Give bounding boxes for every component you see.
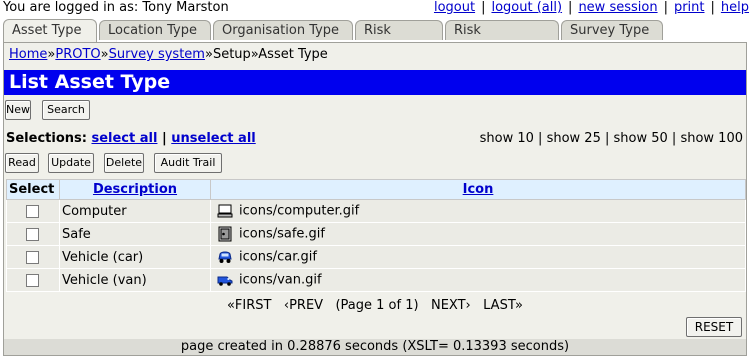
search-button[interactable]: Search <box>42 100 90 120</box>
icon-cell: icons/van.gif <box>210 268 746 292</box>
description-cell: Vehicle (van) <box>59 268 211 292</box>
car-icon <box>218 251 232 263</box>
icon-path: icons/van.gif <box>239 272 322 288</box>
breadcrumb-separator: » <box>204 47 213 62</box>
show-100-option[interactable]: show 100 <box>680 131 743 146</box>
icon-cell: icons/car.gif <box>210 245 746 269</box>
table-header-row: Select Description Icon <box>6 179 746 200</box>
unselect-all-link[interactable]: unselect all <box>171 131 255 146</box>
delete-button[interactable]: Delete <box>104 153 144 173</box>
breadcrumb-proto[interactable]: PROTO <box>55 47 100 62</box>
description-cell: Vehicle (car) <box>59 245 211 269</box>
help-link[interactable]: help <box>721 0 749 15</box>
pagination: «FIRST ‹PREV (Page 1 of 1) NEXT› LAST» <box>4 298 746 313</box>
new-button[interactable]: New <box>5 100 31 120</box>
icon-column-header[interactable]: Icon <box>210 179 746 200</box>
page-info: (Page 1 of 1) <box>335 298 419 313</box>
content-panel: Home»PROTO»Survey system»Setup»Asset Typ… <box>3 42 747 356</box>
page-size-options: show 10 | show 25 | show 50 | show 100 <box>479 131 743 146</box>
table-row: Vehicle (car) icons/car.gif <box>6 245 746 269</box>
top-bar: You are logged in as: Tony Marston logou… <box>0 0 752 16</box>
read-button[interactable]: Read <box>5 153 39 173</box>
description-cell: Safe <box>59 222 211 246</box>
row-select-cell <box>6 245 60 269</box>
first-page-link[interactable]: «FIRST <box>227 298 272 313</box>
icon-path: icons/computer.gif <box>239 203 360 219</box>
tab-risk-status[interactable]: Risk Status <box>355 20 443 58</box>
row-checkbox[interactable] <box>26 273 39 287</box>
select-all-link[interactable]: select all <box>91 131 157 146</box>
row-checkbox[interactable] <box>26 204 39 218</box>
breadcrumb-current: Asset Type <box>258 47 328 62</box>
breadcrumb-setup: Setup <box>212 47 251 62</box>
logout-all-link[interactable]: logout (all) <box>491 0 562 15</box>
select-column-header: Select <box>6 179 60 200</box>
next-page-link[interactable]: NEXT› <box>431 298 471 313</box>
icon-cell: icons/computer.gif <box>210 199 746 223</box>
logged-in-text: You are logged in as: Tony Marston <box>3 0 229 15</box>
tab-location-type[interactable]: Location Type <box>99 20 211 40</box>
show-10-option[interactable]: show 10 <box>480 131 534 146</box>
table-row: Safe icons/safe.gif <box>6 222 746 246</box>
new-session-link[interactable]: new session <box>578 0 657 15</box>
selections-bar: Selections: select all | unselect all <box>6 131 256 146</box>
logout-link[interactable]: logout <box>434 0 475 15</box>
asset-type-table: Select Description Icon Computer icons/c… <box>6 179 746 292</box>
icon-path: icons/safe.gif <box>239 226 325 242</box>
icon-cell: icons/safe.gif <box>210 222 746 246</box>
tab-risk-weighting[interactable]: Risk Weighting <box>445 20 559 58</box>
audit-trail-button[interactable]: Audit Trail <box>154 153 222 173</box>
session-links: logout | logout (all) | new session | print | he… <box>433 0 749 15</box>
icon-sort-link[interactable]: Icon <box>463 182 494 197</box>
page-footer: page created in 0.28876 seconds (XSLT= 0… <box>4 339 746 355</box>
tab-survey-type[interactable]: Survey Type <box>561 20 663 40</box>
breadcrumb-separator: » <box>100 47 109 62</box>
reset-button[interactable]: RESET <box>686 317 742 337</box>
tab-asset-type[interactable]: Asset Type <box>3 19 97 42</box>
computer-icon <box>217 204 233 218</box>
van-icon <box>217 276 233 286</box>
breadcrumb-home[interactable]: Home <box>9 47 47 62</box>
safe-icon <box>218 226 232 242</box>
selections-divider: | <box>161 131 167 146</box>
row-select-cell <box>6 199 60 223</box>
show-50-option[interactable]: show 50 <box>614 131 668 146</box>
tab-organisation-type[interactable]: Organisation Type <box>213 20 353 40</box>
description-sort-link[interactable]: Description <box>93 182 177 197</box>
print-link[interactable]: print <box>674 0 705 15</box>
prev-page-link[interactable]: ‹PREV <box>284 298 323 313</box>
description-column-header[interactable]: Description <box>59 179 211 200</box>
show-25-option[interactable]: show 25 <box>547 131 601 146</box>
update-button[interactable]: Update <box>48 153 94 173</box>
table-row: Computer icons/computer.gif <box>6 199 746 223</box>
row-checkbox[interactable] <box>26 250 39 264</box>
table-row: Vehicle (van) icons/van.gif <box>6 268 746 292</box>
last-page-link[interactable]: LAST» <box>483 298 523 313</box>
icon-path: icons/car.gif <box>239 249 317 265</box>
selections-label: Selections: <box>6 131 87 146</box>
breadcrumb-survey-system[interactable]: Survey system <box>109 47 205 62</box>
breadcrumb: Home»PROTO»Survey system»Setup»Asset Typ… <box>9 47 328 62</box>
description-cell: Computer <box>59 199 211 223</box>
row-checkbox[interactable] <box>26 227 39 241</box>
page-title: List Asset Type <box>4 70 746 95</box>
row-select-cell <box>6 222 60 246</box>
row-select-cell <box>6 268 60 292</box>
